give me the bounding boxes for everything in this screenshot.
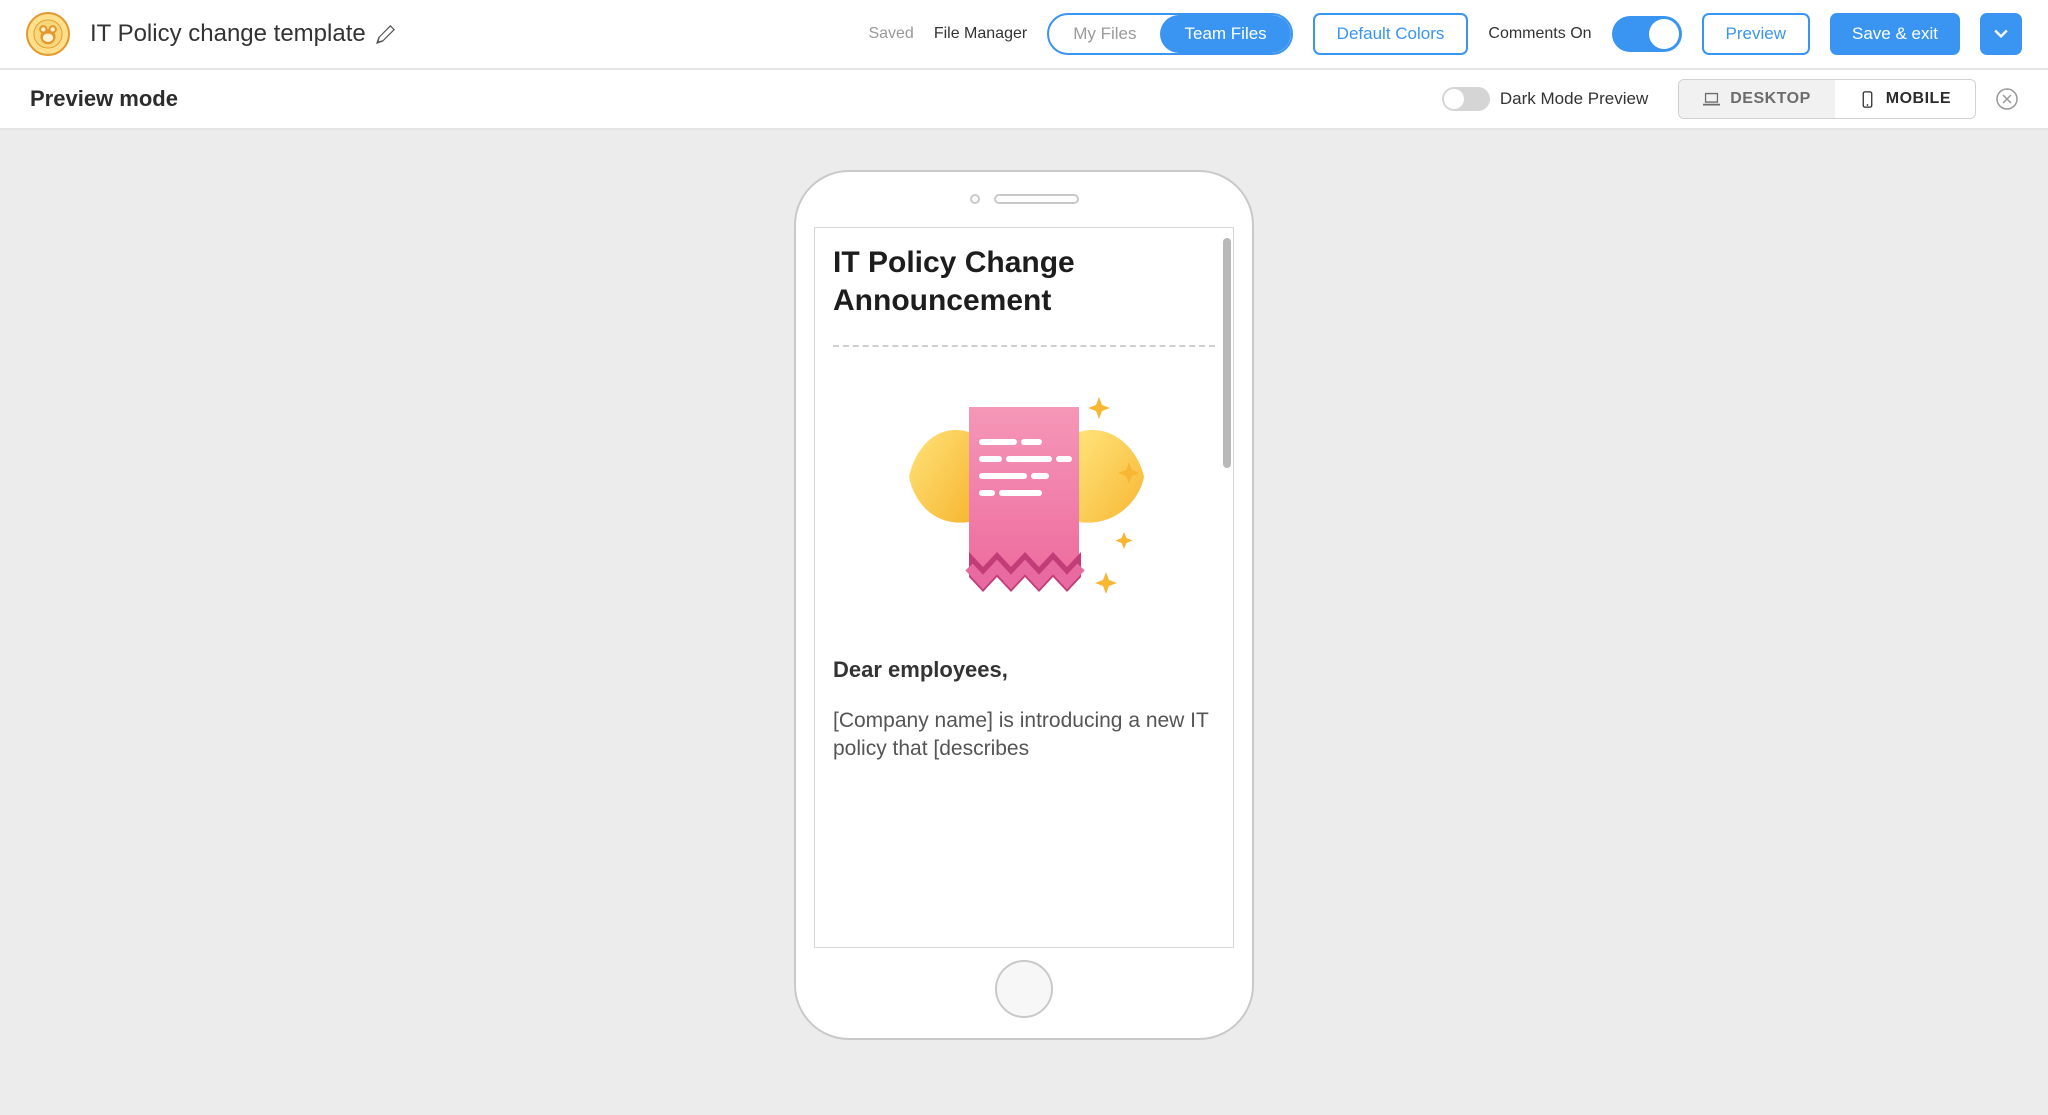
dark-mode-label: Dark Mode Preview [1500,89,1648,109]
preview-stage: IT Policy Change Announcement [0,130,2048,1115]
default-colors-button[interactable]: Default Colors [1313,13,1469,55]
comments-label: Comments On [1488,25,1591,43]
comments-toggle[interactable] [1612,16,1682,52]
phone-home-button [995,960,1053,1018]
save-exit-more-button[interactable] [1980,13,2022,55]
dark-mode-toggle[interactable] [1442,87,1490,111]
phone-notch [796,194,1252,204]
top-toolbar: IT Policy change template Saved File Man… [0,0,2048,70]
chevron-down-icon [1994,27,2008,41]
viewport-segmented-control: DESKTOP MOBILE [1678,79,1976,119]
desktop-tab[interactable]: DESKTOP [1679,80,1835,118]
divider [833,345,1215,347]
mobile-icon [1859,91,1876,108]
mobile-tab-label: MOBILE [1886,90,1951,108]
laptop-icon [1703,91,1720,108]
save-exit-button[interactable]: Save & exit [1830,13,1960,55]
megaphone-document-icon [874,377,1174,607]
close-icon [1996,88,2018,110]
preview-mode-title: Preview mode [30,86,178,112]
preview-button[interactable]: Preview [1702,13,1810,55]
close-preview-button[interactable] [1996,88,2018,110]
email-content: IT Policy Change Announcement [815,228,1233,764]
desktop-tab-label: DESKTOP [1730,90,1811,108]
document-title-text: IT Policy change template [90,20,366,48]
email-body: [Company name] is introducing a new IT p… [833,707,1215,764]
my-files-tab[interactable]: My Files [1049,15,1160,53]
saved-status: Saved [868,25,913,43]
file-manager-label: File Manager [934,25,1027,43]
monkey-icon [33,19,63,49]
preview-subbar: Preview mode Dark Mode Preview DESKTOP M… [0,70,2048,130]
team-files-tab[interactable]: Team Files [1160,15,1290,53]
edit-icon [376,25,395,44]
phone-screen: IT Policy Change Announcement [814,227,1234,948]
files-segmented-control: My Files Team Files [1047,13,1292,55]
brand-logo [26,12,70,56]
email-salutation: Dear employees, [833,657,1215,683]
announcement-illustration [833,377,1215,607]
phone-frame: IT Policy Change Announcement [794,170,1254,1040]
document-title[interactable]: IT Policy change template [90,20,395,48]
email-heading: IT Policy Change Announcement [833,244,1215,319]
mobile-tab[interactable]: MOBILE [1835,80,1975,118]
scrollbar[interactable] [1223,238,1231,468]
